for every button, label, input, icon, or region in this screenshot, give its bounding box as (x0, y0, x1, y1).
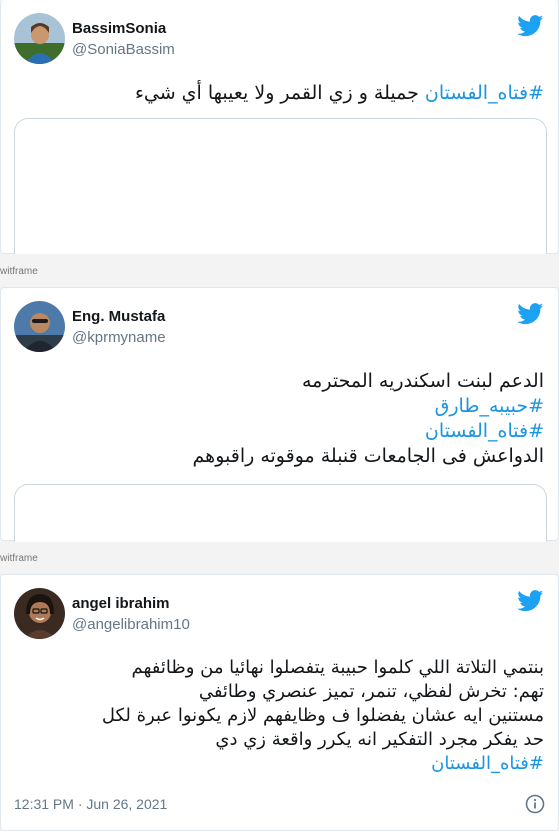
tweet-line: بنتمي التلاتة اللي كلموا حبيبة يتفصلوا ن… (131, 657, 545, 678)
tweet-line: #فتاه_الفستان جميلة و زي القمر ولا يعيبه… (14, 81, 544, 106)
twitter-bird-icon[interactable] (517, 590, 544, 612)
tweet-text: الدعم لبنت اسكندريه المحترمه #حبيبه_طارق… (14, 369, 544, 469)
tweet-card-1[interactable]: BassimSonia @SoniaBassim #فتاه_الفستان ج… (0, 0, 559, 254)
embedded-media-card[interactable] (14, 484, 547, 542)
user-handle[interactable]: @kprmyname (72, 328, 166, 348)
user-handle[interactable]: @angelibrahim10 (72, 615, 190, 635)
user-info[interactable]: BassimSonia @SoniaBassim (72, 19, 175, 60)
avatar[interactable] (14, 13, 65, 64)
tweet-line: الدواعش فى الجامعات قنبلة موقوته راقبوهم (192, 445, 544, 467)
tweet-line: مستنين ايه عشان يفضلوا ف وظايفهم لازم يك… (101, 705, 544, 726)
display-name[interactable]: BassimSonia (72, 19, 175, 39)
embedded-media-card[interactable] (14, 118, 547, 254)
tweet-line: حد يفكر مجرد التفكير انه يكرر واقعة زي د… (215, 729, 544, 750)
twitframe-label: witframe (0, 266, 38, 277)
twitframe-label: witframe (0, 553, 38, 564)
avatar[interactable] (14, 301, 65, 352)
user-info[interactable]: Eng. Mustafa @kprmyname (72, 307, 166, 348)
tweet-card-3[interactable]: angel ibrahim @angelibrahim10 بنتمي التل… (0, 574, 559, 831)
tweet-card-2[interactable]: Eng. Mustafa @kprmyname الدعم لبنت اسكند… (0, 287, 559, 542)
tweet-text: #فتاه_الفستان جميلة و زي القمر ولا يعيبه… (14, 81, 544, 106)
display-name[interactable]: Eng. Mustafa (72, 307, 166, 327)
avatar[interactable] (14, 588, 65, 639)
tweet-line: الدعم لبنت اسكندريه المحترمه (302, 370, 544, 392)
info-icon[interactable] (525, 794, 545, 814)
user-handle[interactable]: @SoniaBassim (72, 40, 175, 60)
tweet-line: تهم: تخرش لفظي، تنمر، تميز عنصري وطائفي (198, 681, 544, 702)
tweet-line-text: جميلة و زي القمر ولا يعيبها أي شيء (134, 82, 425, 104)
tweet-text: بنتمي التلاتة اللي كلموا حبيبة يتفصلوا ن… (14, 656, 544, 776)
hashtag-link[interactable]: #فتاه_الفستان (14, 752, 544, 776)
hashtag-link[interactable]: #فتاه_الفستان (425, 82, 544, 104)
user-info[interactable]: angel ibrahim @angelibrahim10 (72, 594, 190, 635)
tweet-timestamp[interactable]: 12:31 PM · Jun 26, 2021 (14, 796, 167, 812)
display-name[interactable]: angel ibrahim (72, 594, 190, 614)
hashtag-link[interactable]: #فتاه_الفستان (14, 419, 544, 444)
hashtag-link[interactable]: #حبيبه_طارق (14, 394, 544, 419)
twitter-bird-icon[interactable] (517, 303, 544, 325)
twitter-bird-icon[interactable] (517, 15, 544, 37)
